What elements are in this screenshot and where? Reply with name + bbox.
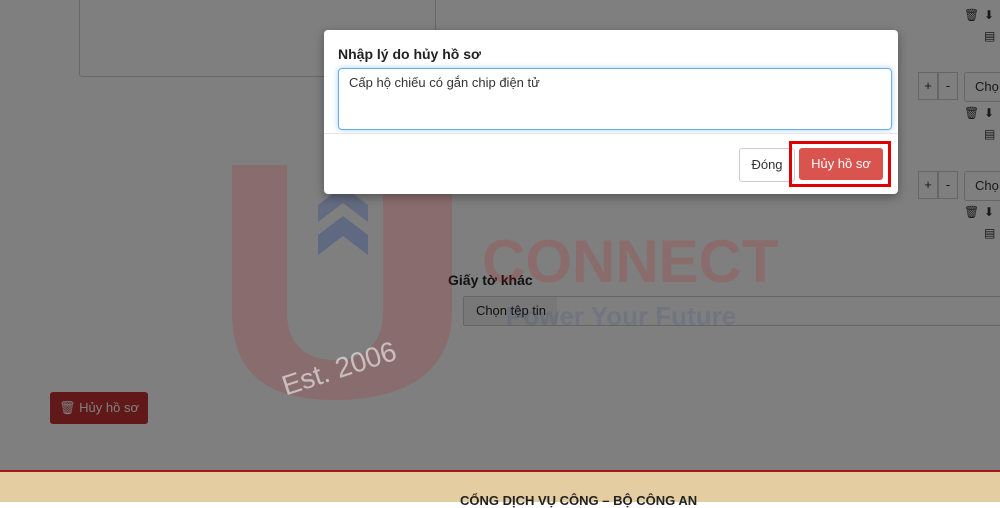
reason-textarea[interactable]: Cấp hộ chiếu có gắn chip điện tử [338,68,892,130]
footer-title: CỔNG DỊCH VỤ CÔNG – BỘ CÔNG AN [460,493,698,508]
modal-divider [324,133,898,134]
cancel-reason-modal: Nhập lý do hủy hồ sơ Cấp hộ chiếu có gắn… [324,30,898,194]
confirm-cancel-button[interactable]: Hủy hồ sơ [799,148,883,180]
close-button[interactable]: Đóng [739,148,795,182]
modal-title: Nhập lý do hủy hồ sơ [338,46,481,62]
